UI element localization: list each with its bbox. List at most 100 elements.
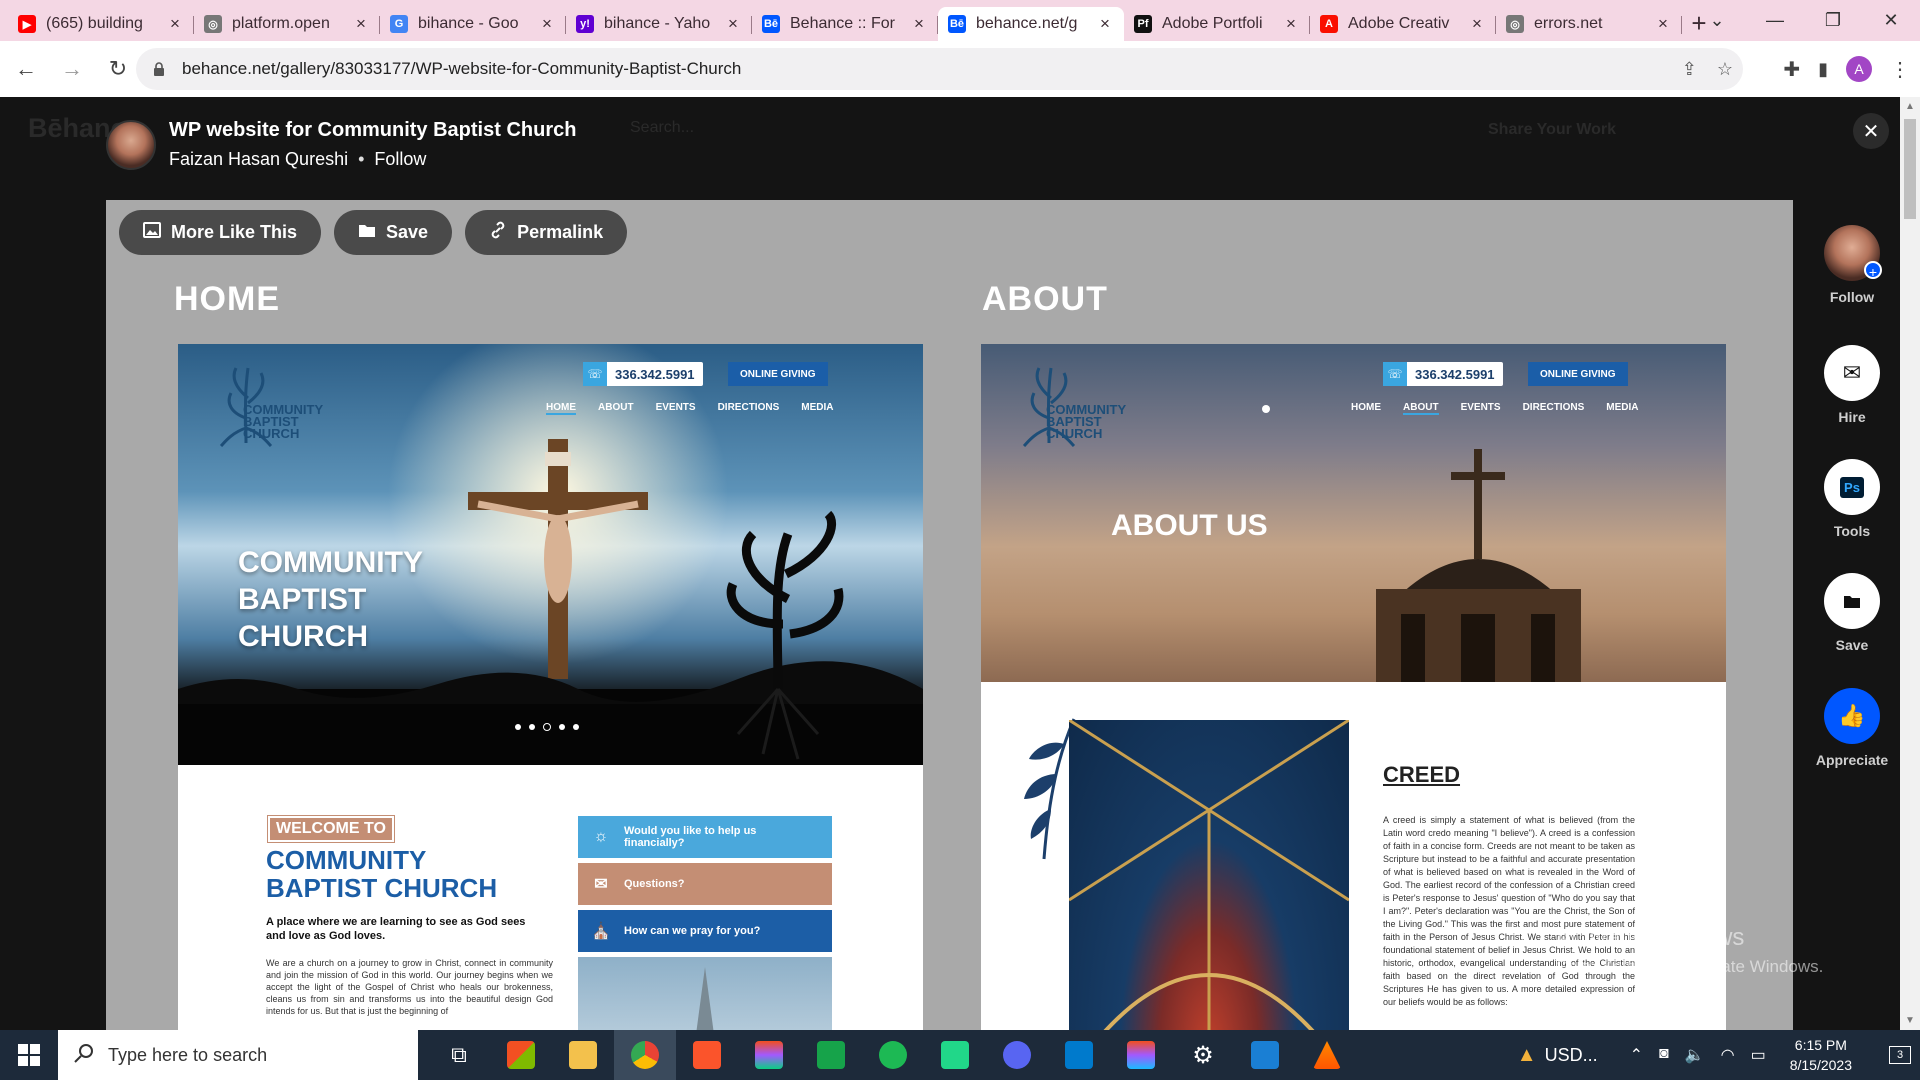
- page-scrollbar[interactable]: ▲ ▼: [1900, 97, 1920, 1030]
- url-text[interactable]: behance.net/gallery/83033177/WP-website-…: [182, 59, 741, 79]
- carousel-dot[interactable]: [529, 724, 535, 730]
- mail-icon[interactable]: ✉: [1824, 345, 1880, 401]
- address-bar[interactable]: behance.net/gallery/83033177/WP-website-…: [136, 48, 1743, 90]
- nav-events[interactable]: EVENTS: [1461, 402, 1501, 415]
- phone-box[interactable]: ☏ 336.342.5991: [1383, 362, 1503, 386]
- close-tab-icon[interactable]: ×: [538, 15, 556, 33]
- nav-home[interactable]: HOME: [546, 402, 576, 415]
- photoshop-icon[interactable]: Ps: [1824, 459, 1880, 515]
- discord-icon[interactable]: [986, 1030, 1048, 1080]
- lock-icon[interactable]: [152, 62, 166, 76]
- brave-icon[interactable]: [676, 1030, 738, 1080]
- save-button[interactable]: Save: [334, 210, 453, 255]
- menu-icon[interactable]: ⋮: [1890, 57, 1910, 82]
- camera-icon[interactable]: ◙: [1659, 1045, 1669, 1065]
- vscode-icon[interactable]: [1048, 1030, 1110, 1080]
- battery-icon[interactable]: ▭: [1751, 1045, 1766, 1065]
- nav-about[interactable]: ABOUT: [598, 402, 634, 415]
- owner-avatar-small[interactable]: +: [1824, 225, 1882, 281]
- minimize-button[interactable]: —: [1746, 0, 1804, 41]
- nav-media[interactable]: MEDIA: [1606, 402, 1638, 415]
- clock[interactable]: 6:15 PM 8/15/2023: [1790, 1035, 1852, 1075]
- close-modal-button[interactable]: ✕: [1853, 113, 1889, 149]
- chevron-up-icon[interactable]: ⌃: [1630, 1045, 1643, 1065]
- reload-icon[interactable]: ↻: [98, 49, 138, 89]
- scroll-down-icon[interactable]: ▼: [1904, 1015, 1916, 1026]
- owner-name-link[interactable]: Faizan Hasan Qureshi: [169, 149, 348, 170]
- browser-tab[interactable]: Pf Adobe Portfoli ×: [1124, 7, 1310, 41]
- scrollbar-thumb[interactable]: [1904, 119, 1916, 219]
- close-window-button[interactable]: ✕: [1862, 0, 1920, 41]
- close-tab-icon[interactable]: ×: [724, 15, 742, 33]
- follow-link[interactable]: Follow: [374, 149, 426, 170]
- maximize-button[interactable]: ❐: [1804, 0, 1862, 41]
- profile-avatar[interactable]: A: [1846, 56, 1872, 82]
- side-panel-icon[interactable]: ▮: [1818, 59, 1828, 80]
- close-tab-icon[interactable]: ×: [1282, 15, 1300, 33]
- media-player-icon[interactable]: [1234, 1030, 1296, 1080]
- thumbs-up-icon[interactable]: 👍: [1824, 688, 1880, 744]
- settings-gear-icon[interactable]: ⚙: [1172, 1030, 1234, 1080]
- nav-events[interactable]: EVENTS: [656, 402, 696, 415]
- notification-center-icon[interactable]: 3: [1880, 1030, 1920, 1080]
- browser-tab[interactable]: A Adobe Creativ ×: [1310, 7, 1496, 41]
- cta-button[interactable]: ☼ Would you like to help us financially?: [578, 816, 832, 858]
- browser-tab[interactable]: ◎ platform.open ×: [194, 7, 380, 41]
- nav-about[interactable]: ABOUT: [1403, 402, 1439, 415]
- sidebar-hire[interactable]: ✉ Hire: [1822, 345, 1882, 425]
- close-tab-icon[interactable]: ×: [1096, 15, 1114, 33]
- figma-icon[interactable]: [738, 1030, 800, 1080]
- scroll-up-icon[interactable]: ▲: [1904, 101, 1916, 112]
- wifi-icon[interactable]: ◠: [1721, 1045, 1735, 1065]
- carousel-dot[interactable]: [573, 724, 579, 730]
- pycharm-icon[interactable]: [924, 1030, 986, 1080]
- task-view-icon[interactable]: ⧉: [428, 1030, 490, 1080]
- carousel-dot[interactable]: [559, 724, 565, 730]
- chrome-icon[interactable]: [614, 1030, 676, 1080]
- sidebar-save[interactable]: Save: [1822, 573, 1882, 653]
- taskbar-search-box[interactable]: Type here to search: [58, 1030, 418, 1080]
- windows-start-icon[interactable]: [0, 1030, 58, 1080]
- tab-search-icon[interactable]: ⌄: [1688, 0, 1746, 41]
- vlc-icon[interactable]: [1296, 1030, 1358, 1080]
- cta-button[interactable]: ⛪ How can we pray for you?: [578, 910, 832, 952]
- carousel-dot-active[interactable]: [543, 723, 551, 731]
- phone-box[interactable]: ☏ 336.342.5991: [583, 362, 703, 386]
- extensions-icon[interactable]: ✚: [1783, 57, 1800, 82]
- browser-tab[interactable]: Gbihance - Goo ×: [380, 7, 566, 41]
- share-icon[interactable]: ⇪: [1682, 59, 1697, 80]
- permalink-button[interactable]: Permalink: [465, 210, 628, 255]
- nav-directions[interactable]: DIRECTIONS: [718, 402, 780, 415]
- notepad-icon[interactable]: [800, 1030, 862, 1080]
- browser-tab[interactable]: y! bihance - Yaho ×: [566, 7, 752, 41]
- nav-media[interactable]: MEDIA: [801, 402, 833, 415]
- browser-tab[interactable]: ▶ (665) building ×: [8, 7, 194, 41]
- browser-tab[interactable]: Bē Behance :: For ×: [752, 7, 938, 41]
- folder-icon[interactable]: [1824, 573, 1880, 629]
- more-like-this-button[interactable]: More Like This: [119, 210, 322, 255]
- microsoft-store-icon[interactable]: [490, 1030, 552, 1080]
- sidebar-appreciate[interactable]: 👍 Appreciate: [1816, 688, 1888, 768]
- file-explorer-icon[interactable]: [552, 1030, 614, 1080]
- back-icon[interactable]: ←: [6, 49, 46, 89]
- cta-button[interactable]: ✉ Questions?: [578, 863, 832, 905]
- close-tab-icon[interactable]: ×: [166, 15, 184, 33]
- bookmark-star-icon[interactable]: ☆: [1717, 59, 1733, 80]
- browser-tab[interactable]: ◎ errors.net ×: [1496, 7, 1682, 41]
- close-tab-icon[interactable]: ×: [352, 15, 370, 33]
- sidebar-tools[interactable]: Ps Tools: [1822, 459, 1882, 539]
- sidebar-follow[interactable]: + Follow: [1822, 225, 1882, 305]
- online-giving-button[interactable]: ONLINE GIVING: [1528, 362, 1628, 386]
- currency-widget[interactable]: ▲ USD...: [1517, 1044, 1598, 1067]
- close-tab-icon[interactable]: ×: [1654, 15, 1672, 33]
- carousel-dot[interactable]: [515, 724, 521, 730]
- spotify-icon[interactable]: [862, 1030, 924, 1080]
- owner-avatar[interactable]: [106, 120, 156, 170]
- close-tab-icon[interactable]: ×: [910, 15, 928, 33]
- nav-home[interactable]: HOME: [1351, 402, 1381, 415]
- volume-icon[interactable]: 🔈: [1685, 1045, 1705, 1065]
- browser-tab[interactable]: Bē behance.net/g ×: [938, 7, 1124, 41]
- figma-icon[interactable]: [1110, 1030, 1172, 1080]
- forward-icon[interactable]: →: [52, 49, 92, 89]
- nav-directions[interactable]: DIRECTIONS: [1523, 402, 1585, 415]
